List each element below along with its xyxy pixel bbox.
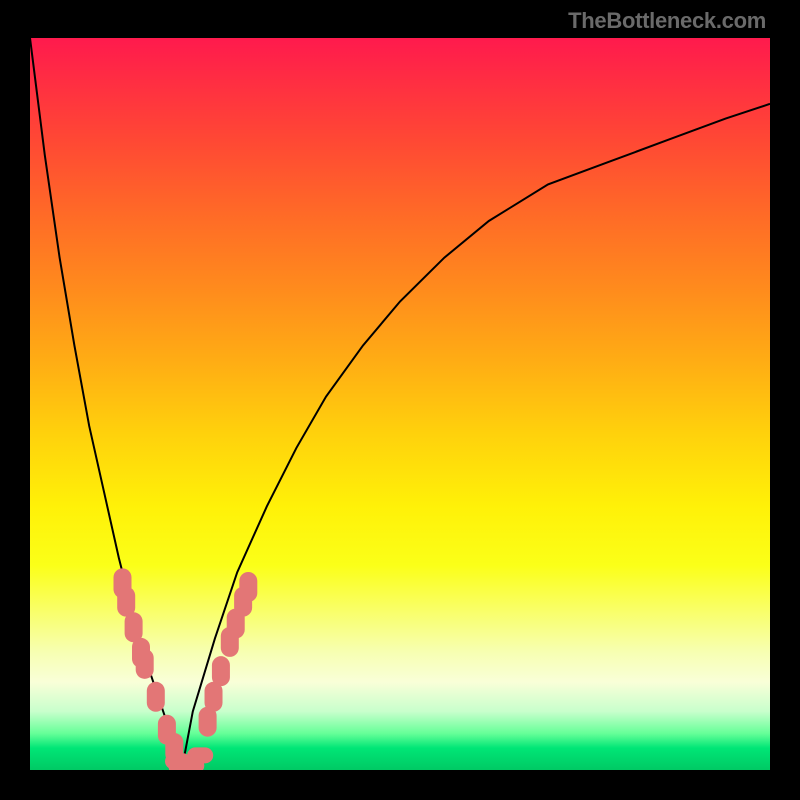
plot-area [30, 38, 770, 770]
marker-pill [212, 656, 230, 686]
marker-pill [147, 682, 165, 712]
watermark-label: TheBottleneck.com [568, 8, 766, 34]
marker-pill [187, 747, 213, 763]
marker-pill [117, 587, 135, 617]
marker-pill [239, 572, 257, 602]
marker-pill [205, 682, 223, 712]
curve-layer [30, 38, 770, 770]
bottleneck-chart: TheBottleneck.com [0, 0, 800, 800]
data-markers [114, 568, 258, 770]
marker-pill [125, 612, 143, 642]
marker-pill [136, 649, 154, 679]
